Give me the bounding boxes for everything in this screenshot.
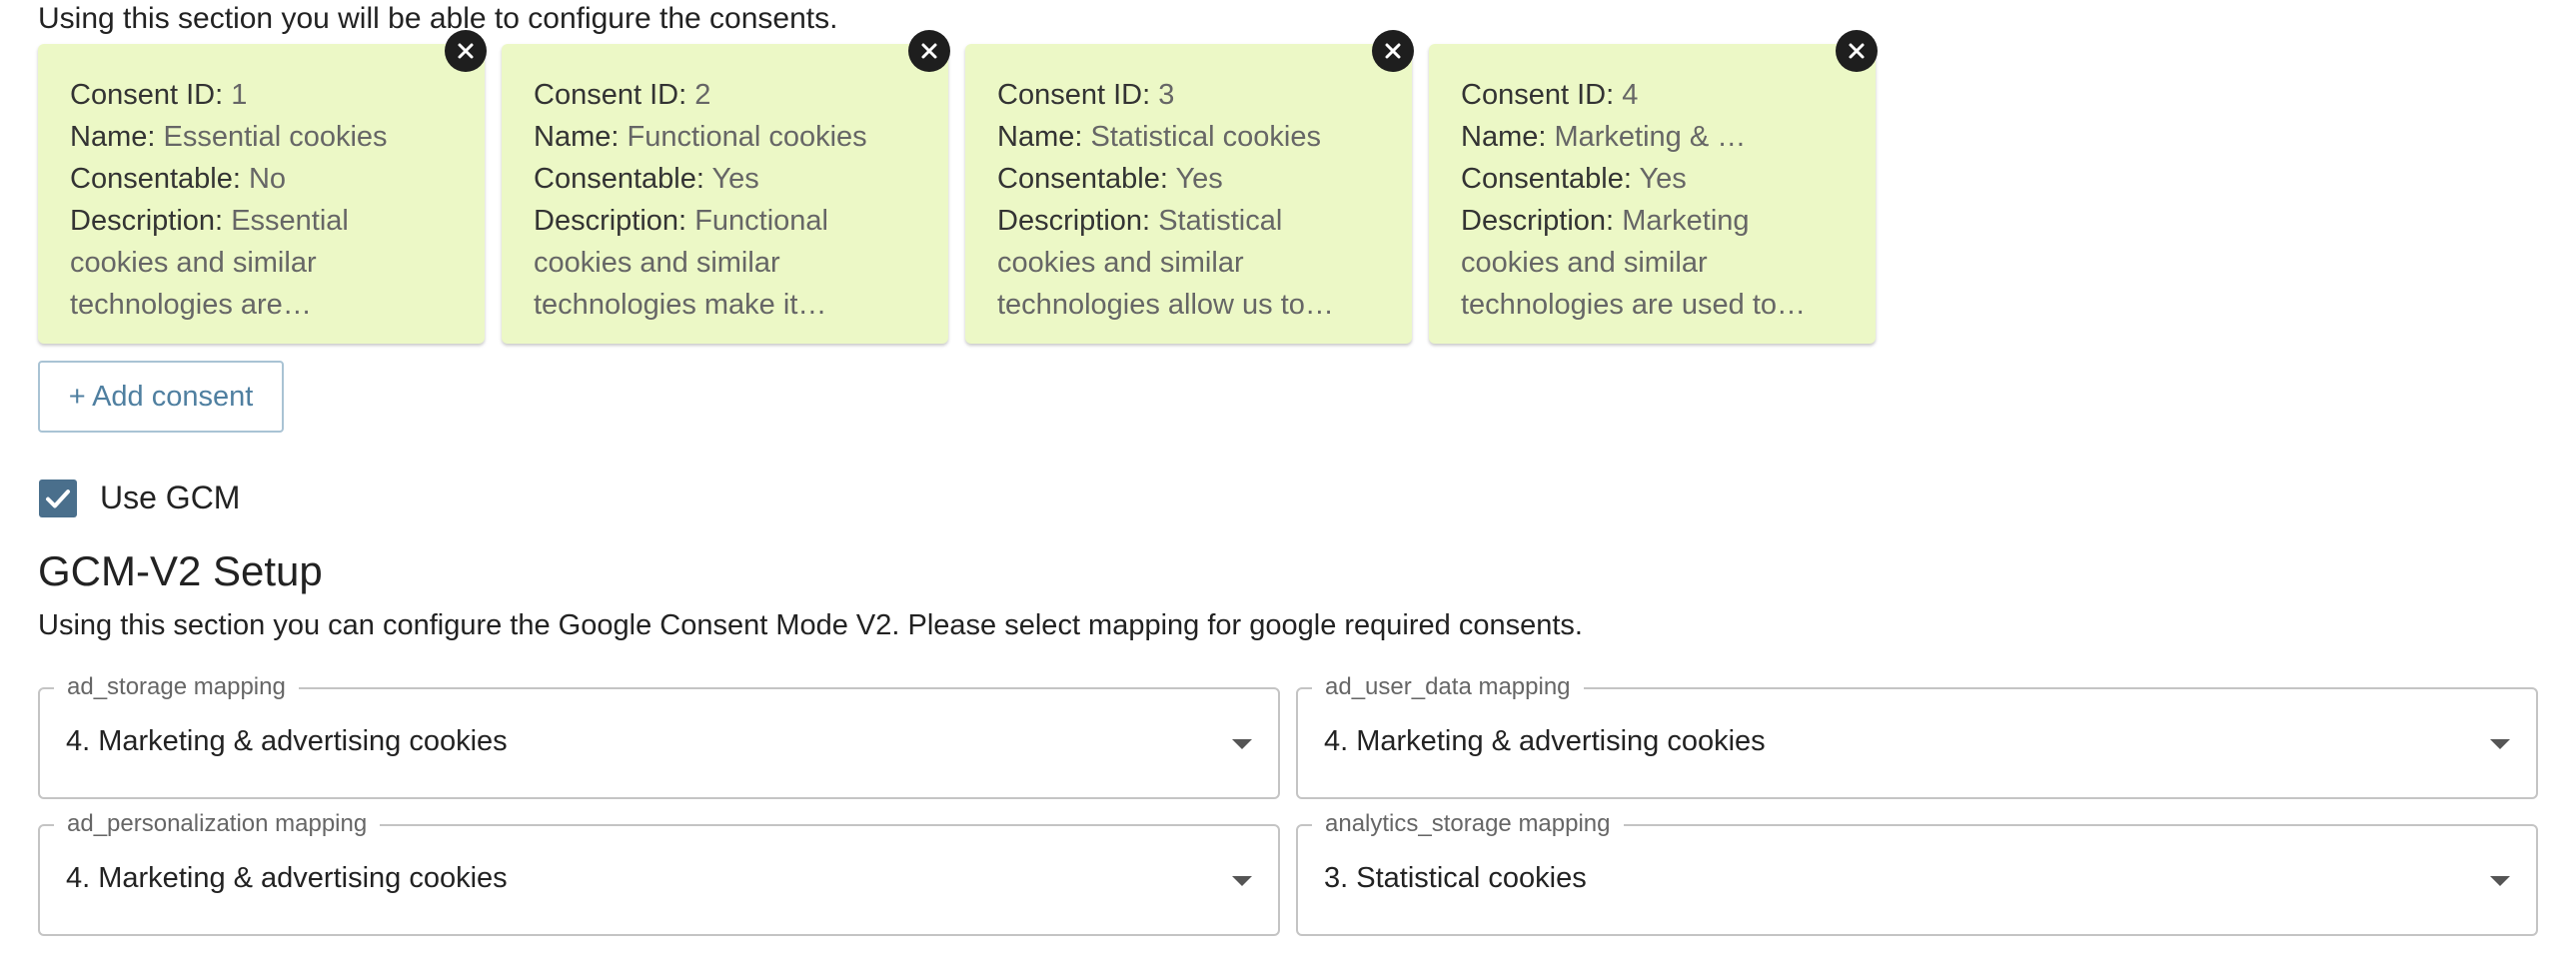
analytics-storage-mapping-select[interactable]: analytics_storage mapping 3. Statistical…	[1296, 809, 2538, 936]
remove-consent-3-close-icon[interactable]	[1372, 30, 1414, 72]
consent-id-row: Consent ID: 3	[997, 74, 1382, 116]
ad-storage-mapping-label: ad_storage mapping	[54, 672, 299, 702]
consent-intro: Using this section you will be able to c…	[38, 2, 838, 35]
gcm-setup-title: GCM-V2 Setup	[38, 547, 323, 594]
ad-personalization-mapping-label: ad_personalization mapping	[54, 809, 381, 839]
ad-user-data-mapping-label: ad_user_data mapping	[1312, 672, 1584, 702]
consent-description: Description: Essential cookies and simil…	[70, 200, 455, 326]
consent-id-row: Consent ID: 2	[534, 74, 918, 116]
consent-id-value: 4	[1622, 79, 1639, 111]
consent-card-2[interactable]: Consent ID: 2 Name: Functional cookies C…	[502, 30, 950, 344]
consent-description: Description: Marketing cookies and simil…	[1461, 200, 1846, 326]
consent-name-label: Name:	[997, 121, 1083, 153]
ad-storage-mapping-select[interactable]: ad_storage mapping 4. Marketing & advert…	[38, 672, 1280, 799]
consent-name-row: Name: Statistical cookies	[997, 116, 1382, 158]
consent-consentable-row: Consentable: Yes	[1461, 158, 1846, 200]
consent-name-value: Statistical cookies	[1090, 121, 1321, 153]
consent-description-label: Description:	[534, 205, 687, 237]
consent-card-1[interactable]: Consent ID: 1 Name: Essential cookies Co…	[38, 30, 487, 344]
ad-storage-mapping-value: 4. Marketing & advertising cookies	[66, 725, 508, 757]
consent-consentable-value: No	[248, 163, 287, 195]
consent-name-row: Name: Essential cookies	[70, 116, 455, 158]
consent-id-row: Consent ID: 4	[1461, 74, 1846, 116]
ad-personalization-mapping-value: 4. Marketing & advertising cookies	[66, 862, 508, 894]
consent-consentable-value: Yes	[1175, 163, 1223, 195]
chevron-down-icon[interactable]	[1232, 876, 1252, 886]
consent-name-label: Name:	[70, 121, 156, 153]
consent-description-label: Description:	[997, 205, 1151, 237]
consent-description-label: Description:	[1461, 205, 1615, 237]
consent-description: Description: Statistical cookies and sim…	[997, 200, 1382, 326]
use-gcm-label[interactable]: Use GCM	[100, 480, 240, 516]
add-consent-button[interactable]: + Add consent	[38, 361, 284, 433]
consent-name-label: Name:	[534, 121, 620, 153]
consent-description: Description: Functional cookies and simi…	[534, 200, 918, 326]
consent-name-value: Marketing & …	[1554, 121, 1747, 153]
consent-id-label: Consent ID:	[534, 79, 687, 111]
chevron-down-icon[interactable]	[1232, 739, 1252, 749]
analytics-storage-mapping-label: analytics_storage mapping	[1312, 809, 1624, 839]
remove-consent-4-close-icon[interactable]	[1836, 30, 1878, 72]
consent-name-value: Functional cookies	[627, 121, 867, 153]
consent-name-value: Essential cookies	[163, 121, 388, 153]
consent-id-label: Consent ID:	[70, 79, 224, 111]
consent-id-label: Consent ID:	[997, 79, 1151, 111]
consent-consentable-label: Consentable:	[997, 163, 1168, 195]
consent-id-value: 3	[1158, 79, 1175, 111]
chevron-down-icon[interactable]	[2490, 876, 2510, 886]
ad-personalization-mapping-select[interactable]: ad_personalization mapping 4. Marketing …	[38, 809, 1280, 936]
consent-id-label: Consent ID:	[1461, 79, 1615, 111]
consent-card-3[interactable]: Consent ID: 3 Name: Statistical cookies …	[965, 30, 1414, 344]
consent-description-label: Description:	[70, 205, 224, 237]
consent-consentable-value: Yes	[1639, 163, 1687, 195]
consent-consentable-row: Consentable: No	[70, 158, 455, 200]
use-gcm-checkbox[interactable]	[39, 480, 77, 517]
ad-user-data-mapping-value: 4. Marketing & advertising cookies	[1324, 725, 1766, 757]
consent-consentable-row: Consentable: Yes	[997, 158, 1382, 200]
consent-consentable-label: Consentable:	[1461, 163, 1632, 195]
consent-id-value: 2	[694, 79, 711, 111]
ad-user-data-mapping-select[interactable]: ad_user_data mapping 4. Marketing & adve…	[1296, 672, 2538, 799]
consent-card-4[interactable]: Consent ID: 4 Name: Marketing & … Consen…	[1429, 30, 1878, 344]
consent-id-value: 1	[231, 79, 248, 111]
checkmark-icon	[46, 489, 70, 508]
consent-name-row: Name: Marketing & …	[1461, 116, 1846, 158]
gcm-setup-description: Using this section you can configure the…	[38, 609, 1583, 641]
consent-consentable-label: Consentable:	[70, 163, 241, 195]
consent-name-label: Name:	[1461, 121, 1547, 153]
consent-consentable-row: Consentable: Yes	[534, 158, 918, 200]
consent-consentable-value: Yes	[711, 163, 759, 195]
consent-name-row: Name: Functional cookies	[534, 116, 918, 158]
remove-consent-2-close-icon[interactable]	[908, 30, 950, 72]
consent-id-row: Consent ID: 1	[70, 74, 455, 116]
remove-consent-1-close-icon[interactable]	[445, 30, 487, 72]
consent-consentable-label: Consentable:	[534, 163, 704, 195]
chevron-down-icon[interactable]	[2490, 739, 2510, 749]
analytics-storage-mapping-value: 3. Statistical cookies	[1324, 862, 1587, 894]
